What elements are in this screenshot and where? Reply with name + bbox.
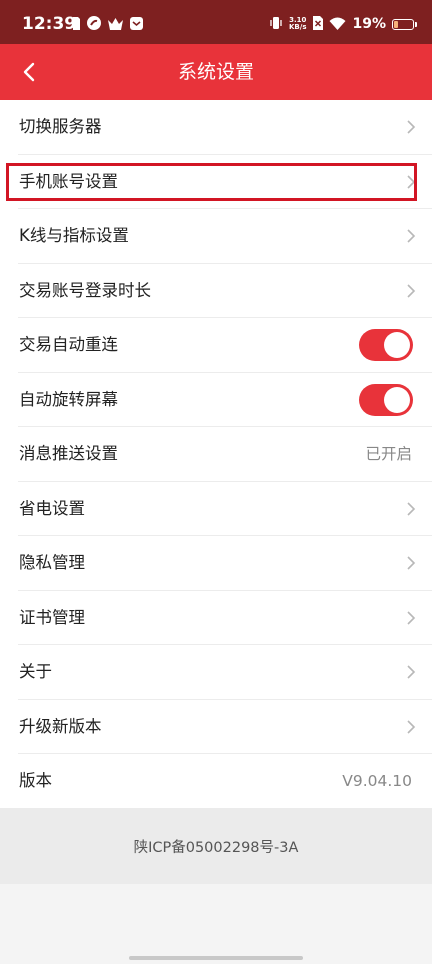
chevron-right-icon bbox=[407, 229, 416, 243]
battery-percent: 19% bbox=[352, 16, 386, 32]
settings-row[interactable]: 省电设置 bbox=[0, 482, 432, 537]
settings-row[interactable]: 自动旋转屏幕 bbox=[0, 373, 432, 428]
chevron-right-icon bbox=[407, 556, 416, 570]
toggle-switch[interactable] bbox=[359, 383, 413, 416]
settings-row-value: V9.04.10 bbox=[342, 772, 412, 791]
icp-footer: 陕ICP备05002298号-3A bbox=[0, 808, 432, 884]
toggle-switch[interactable] bbox=[359, 329, 413, 362]
settings-row-label: 交易账号登录时长 bbox=[19, 280, 151, 300]
status-bar: 12:39 3.10 KB/s 19% bbox=[0, 0, 432, 44]
settings-row-value: 已开启 bbox=[365, 445, 412, 464]
chevron-right-icon bbox=[407, 175, 416, 189]
settings-row[interactable]: 手机账号设置 bbox=[0, 155, 432, 210]
settings-row-label: K线与指标设置 bbox=[19, 226, 129, 246]
settings-row[interactable]: 消息推送设置 已开启 bbox=[0, 427, 432, 482]
status-time: 12:39 bbox=[22, 14, 77, 34]
no-sim-icon bbox=[312, 15, 324, 34]
vibrate-icon bbox=[269, 15, 283, 34]
sim-card-icon bbox=[72, 15, 80, 34]
settings-row[interactable]: 交易账号登录时长 bbox=[0, 264, 432, 319]
crown-icon bbox=[108, 15, 123, 34]
settings-row-label: 版本 bbox=[19, 771, 52, 791]
nav-bar: 系统设置 bbox=[0, 44, 432, 100]
settings-row-label: 省电设置 bbox=[19, 498, 85, 518]
status-right-icons: 3.10 KB/s 19% bbox=[269, 14, 417, 34]
wifi-icon bbox=[329, 15, 346, 34]
message-icon bbox=[130, 15, 143, 34]
footer-blank-area bbox=[0, 884, 432, 964]
chevron-right-icon bbox=[407, 502, 416, 516]
chevron-right-icon bbox=[407, 611, 416, 625]
settings-row-label: 消息推送设置 bbox=[19, 444, 118, 464]
settings-row-label: 自动旋转屏幕 bbox=[19, 389, 118, 409]
chevron-right-icon bbox=[407, 120, 416, 134]
chevron-right-icon bbox=[407, 284, 416, 298]
net-speed: 3.10 KB/s bbox=[289, 17, 306, 31]
settings-row-label: 隐私管理 bbox=[19, 553, 85, 573]
settings-row-label: 手机账号设置 bbox=[19, 171, 118, 191]
settings-row[interactable]: 隐私管理 bbox=[0, 536, 432, 591]
icp-text: 陕ICP备05002298号-3A bbox=[133, 839, 299, 856]
battery-fill bbox=[394, 20, 398, 28]
chevron-right-icon bbox=[407, 665, 416, 679]
settings-list: 切换服务器 手机账号设置 K线与指标设置 交易账号登录时长 交易自动重连 自动旋转屏幕 消息… bbox=[0, 100, 432, 809]
settings-row-label: 关于 bbox=[19, 662, 52, 682]
settings-row[interactable]: 升级新版本 bbox=[0, 700, 432, 755]
settings-row[interactable]: 切换服务器 bbox=[0, 100, 432, 155]
settings-row[interactable]: 交易自动重连 bbox=[0, 318, 432, 373]
settings-row-label: 证书管理 bbox=[19, 607, 85, 627]
battery-icon bbox=[392, 18, 417, 30]
page-title: 系统设置 bbox=[177, 61, 254, 83]
settings-row-label: 切换服务器 bbox=[19, 117, 102, 137]
settings-row[interactable]: 证书管理 bbox=[0, 591, 432, 646]
status-left-icons bbox=[72, 15, 143, 34]
home-indicator[interactable] bbox=[129, 956, 303, 960]
tiktok-icon bbox=[87, 15, 101, 34]
chevron-right-icon bbox=[407, 720, 416, 734]
settings-row[interactable]: 版本 V9.04.10 bbox=[0, 754, 432, 809]
settings-row[interactable]: K线与指标设置 bbox=[0, 209, 432, 264]
settings-row-label: 升级新版本 bbox=[19, 716, 102, 736]
settings-row-label: 交易自动重连 bbox=[19, 335, 118, 355]
settings-row[interactable]: 关于 bbox=[0, 645, 432, 700]
toggle-knob bbox=[384, 386, 410, 413]
toggle-knob bbox=[384, 332, 410, 359]
net-speed-unit: KB/s bbox=[289, 23, 307, 31]
